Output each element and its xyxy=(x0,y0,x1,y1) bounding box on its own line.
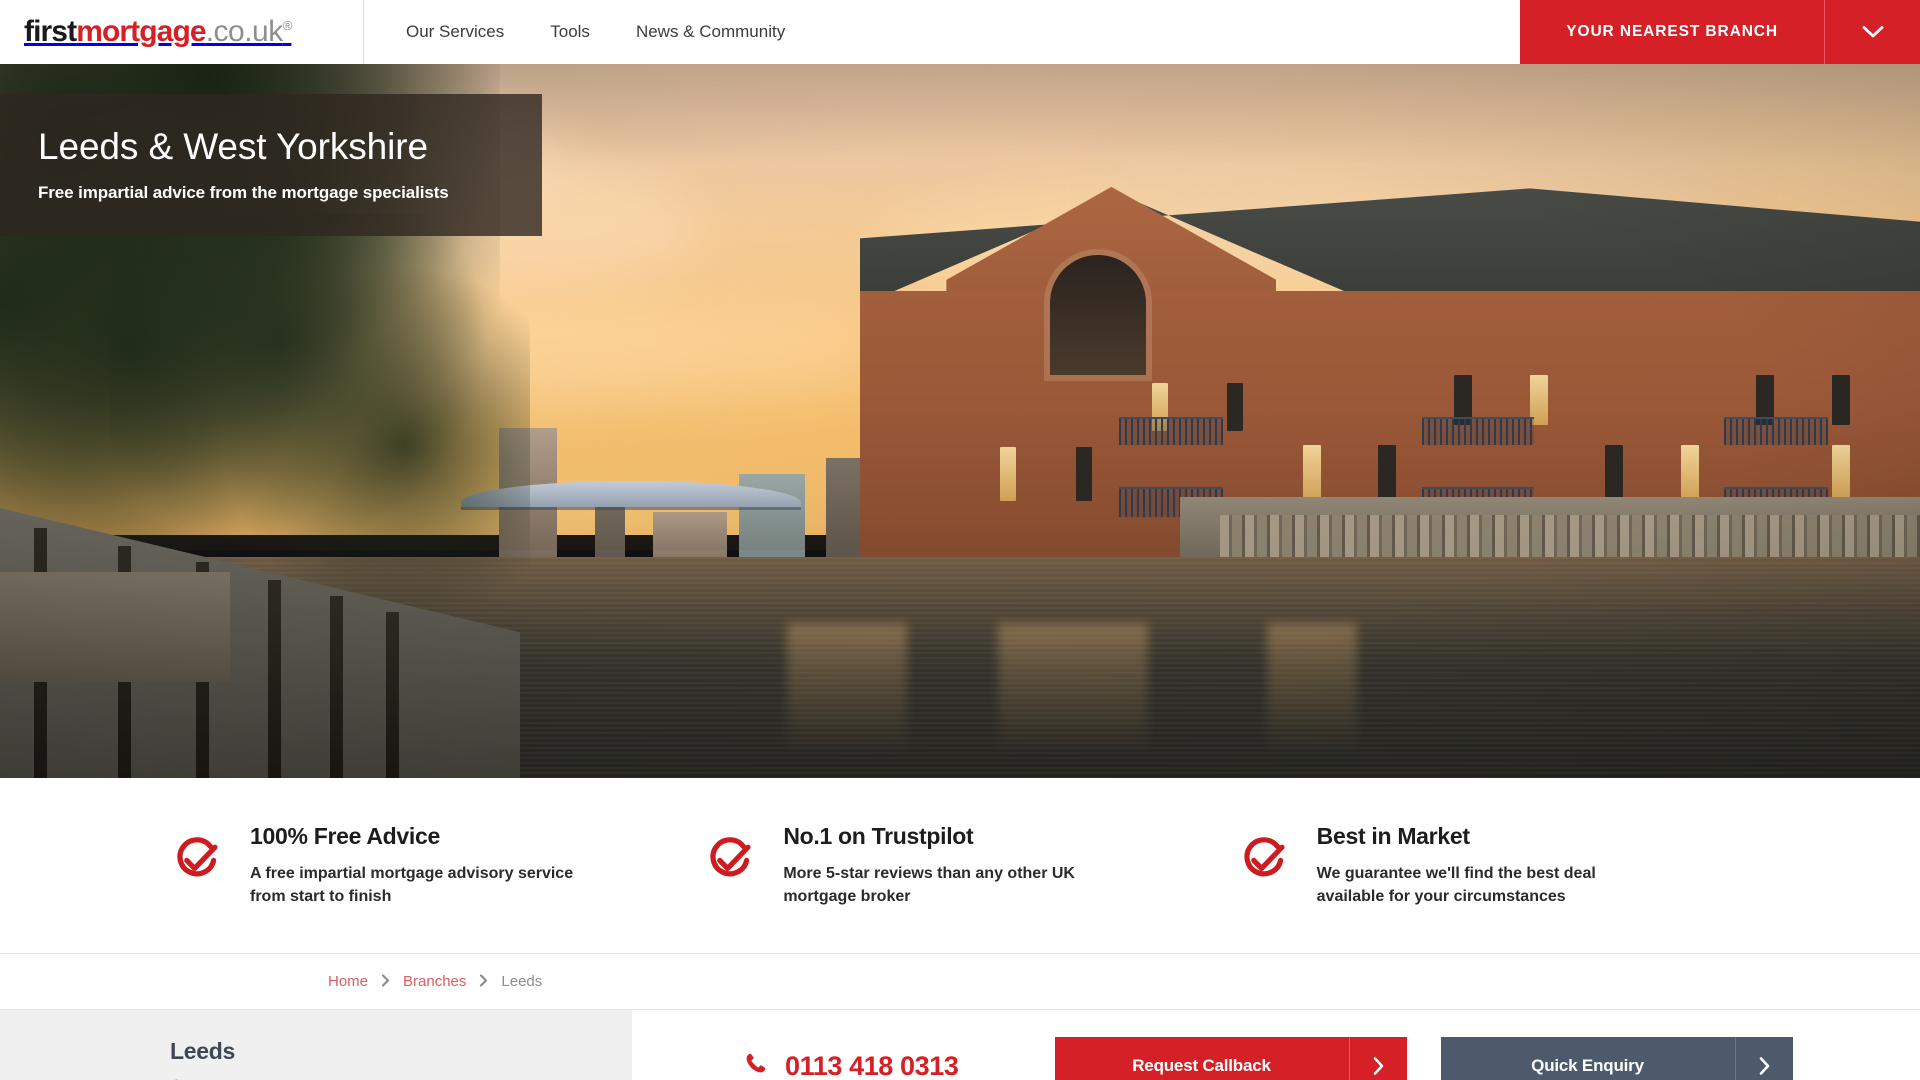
usp-item-free-advice: 100% Free Advice A free impartial mortga… xyxy=(170,823,703,908)
usp-heading: Best in Market xyxy=(1316,822,1470,849)
registered-trademark-icon: ® xyxy=(282,18,293,33)
breadcrumb-separator-icon xyxy=(381,973,390,990)
branch-summary-bar: Leeds 9 Park Square East, Leeds, LS1 2LH… xyxy=(0,1010,1920,1080)
nav-item-tools[interactable]: Tools xyxy=(550,22,590,42)
hero-subtitle: Free impartial advice from the mortgage … xyxy=(38,183,449,203)
nav-item-our-services[interactable]: Our Services xyxy=(406,22,504,42)
usp-text: A free impartial mortgage advisory servi… xyxy=(250,864,574,905)
breadcrumb-item-current: Leeds xyxy=(501,973,543,990)
hero-title: Leeds & West Yorkshire xyxy=(38,125,428,167)
branch-cta-zone: 0113 418 0313 Request Callback Quick Enq… xyxy=(632,1010,1920,1080)
usp-heading: No.1 on Trustpilot xyxy=(783,822,974,849)
quick-enquiry-button[interactable]: Quick Enquiry xyxy=(1440,1037,1793,1080)
nearest-branch-dropdown-toggle[interactable] xyxy=(1824,0,1920,64)
logo-part-first: first xyxy=(24,15,77,48)
site-header: firstmortgage.co.uk® Our Services Tools … xyxy=(0,0,1920,64)
logo-zone: firstmortgage.co.uk® xyxy=(0,0,364,64)
usp-text: More 5-star reviews than any other UK mo… xyxy=(783,864,1075,905)
main-navigation: Our Services Tools News & Community xyxy=(364,0,1520,64)
nearest-branch-button[interactable]: YOUR NEAREST BRANCH xyxy=(1520,0,1824,64)
breadcrumb: Home Branches Leeds xyxy=(0,954,1920,1010)
check-circle-icon xyxy=(703,833,757,892)
logo-part-mortgage: mortgage xyxy=(76,15,206,48)
chevron-down-icon xyxy=(1862,25,1884,39)
usp-heading: 100% Free Advice xyxy=(250,822,440,849)
breadcrumb-separator-icon xyxy=(479,973,488,990)
usp-band: 100% Free Advice A free impartial mortga… xyxy=(0,778,1920,954)
site-logo[interactable]: firstmortgage.co.uk® xyxy=(24,15,293,48)
nav-item-news-community[interactable]: News & Community xyxy=(636,22,785,42)
branch-phone-link[interactable]: 0113 418 0313 xyxy=(744,1051,959,1080)
hero-text-overlay: Leeds & West Yorkshire Free impartial ad… xyxy=(0,94,542,236)
usp-item-trustpilot: No.1 on Trustpilot More 5-star reviews t… xyxy=(703,823,1236,908)
check-circle-icon xyxy=(1237,833,1291,892)
hero-banner: Leeds & West Yorkshire Free impartial ad… xyxy=(0,64,1920,778)
request-callback-button[interactable]: Request Callback xyxy=(1054,1037,1407,1080)
chevron-right-icon xyxy=(1734,1037,1793,1080)
breadcrumb-item-branches[interactable]: Branches xyxy=(403,973,466,990)
check-circle-icon xyxy=(170,833,224,892)
usp-item-best-in-market: Best in Market We guarantee we'll find t… xyxy=(1237,823,1770,908)
request-callback-label: Request Callback xyxy=(1132,1056,1271,1075)
chevron-right-icon xyxy=(1348,1037,1407,1080)
branch-phone-number: 0113 418 0313 xyxy=(785,1050,959,1080)
branch-name: Leeds xyxy=(170,1038,235,1064)
logo-part-domain: .co.uk xyxy=(205,15,284,48)
usp-text: We guarantee we'll find the best deal av… xyxy=(1316,864,1596,905)
quick-enquiry-label: Quick Enquiry xyxy=(1531,1056,1644,1075)
phone-icon xyxy=(744,1051,768,1080)
branch-details-panel: Leeds 9 Park Square East, Leeds, LS1 2LH… xyxy=(0,1010,632,1080)
breadcrumb-item-home[interactable]: Home xyxy=(328,973,368,990)
